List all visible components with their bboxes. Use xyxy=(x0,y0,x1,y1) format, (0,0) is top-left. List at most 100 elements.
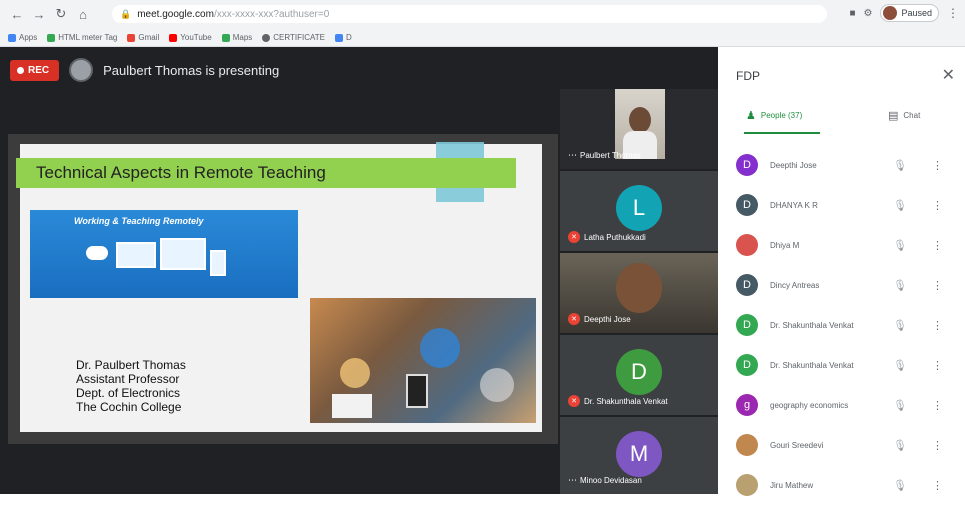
mic-off-icon: 🎙 xyxy=(893,399,907,412)
more-options-icon[interactable]: ⋮ xyxy=(932,159,943,172)
participant-name: Minoo Devidasan xyxy=(580,476,642,485)
more-options-icon[interactable]: ⋮ xyxy=(932,399,943,412)
presenting-text: Paulbert Thomas is presenting xyxy=(103,62,280,78)
participant-tile[interactable]: ✕ Deepthi Jose xyxy=(560,253,718,333)
avatar: D xyxy=(736,274,758,296)
phone-illustration xyxy=(210,250,226,276)
participant-tiles: ⋯ Paulbert Thomas L ✕ Latha Puthukkadi ✕… xyxy=(560,89,718,494)
participant-name: geography economics xyxy=(770,400,849,410)
presentation-slide: Technical Aspects in Remote Teaching Wor… xyxy=(16,142,542,432)
people-panel: FDP ✕ ♟ People (37) ▤ Chat D Deepthi Jos… xyxy=(718,47,965,496)
audio-level-icon: ⋯ xyxy=(568,475,577,485)
tab-chat[interactable]: ▤ Chat xyxy=(888,109,920,122)
mic-off-icon: 🎙 xyxy=(893,439,907,452)
bookmark-d[interactable]: D xyxy=(334,33,352,42)
close-icon[interactable]: ✕ xyxy=(942,65,955,85)
participant-avatar: M xyxy=(616,431,662,477)
record-dot-icon xyxy=(17,66,24,74)
avatar: g xyxy=(736,394,758,416)
reload-icon[interactable]: ↻ xyxy=(50,3,72,25)
url-path: /xxx-xxxx-xxx?authuser=0 xyxy=(213,8,330,20)
profile-button[interactable]: Paused xyxy=(880,4,939,22)
tab-people[interactable]: ♟ People (37) xyxy=(746,109,802,122)
avatar xyxy=(736,474,758,496)
bookmark-certificate[interactable]: CERTIFICATE xyxy=(262,33,325,42)
participant-name: Gouri Sreedevi xyxy=(770,440,824,450)
more-options-icon[interactable]: ⋮ xyxy=(932,479,943,492)
bookmark-html-meter-tag[interactable]: HTML meter Tag xyxy=(47,33,117,42)
bookmark-youtube[interactable]: YouTube xyxy=(169,33,212,42)
avatar: D xyxy=(736,314,758,336)
browser-toolbar: ← → ↻ ⌂ 🔒 meet.google.com /xxx-xxxx-xxx?… xyxy=(0,0,965,28)
browser-chrome: ← → ↻ ⌂ 🔒 meet.google.com /xxx-xxxx-xxx?… xyxy=(0,0,965,47)
participant-name: Dr. Shakunthala Venkat xyxy=(770,360,854,370)
back-icon[interactable]: ← xyxy=(6,3,28,25)
list-item[interactable]: Gouri Sreedevi 🎙 ⋮ xyxy=(718,425,965,465)
participant-name: Jiru Mathew xyxy=(770,480,814,490)
page-icon xyxy=(47,33,56,42)
youtube-icon xyxy=(169,33,178,42)
monitor-illustration xyxy=(160,238,206,270)
participant-tile[interactable]: ⋯ Paulbert Thomas xyxy=(560,89,718,169)
tablet-illustration xyxy=(332,394,372,418)
url-domain: meet.google.com xyxy=(137,8,214,20)
banner-text: Working & Teaching Remotely xyxy=(74,216,204,226)
avatar xyxy=(736,434,758,456)
more-options-icon[interactable]: ⋮ xyxy=(932,439,943,452)
more-options-icon[interactable]: ⋮ xyxy=(932,199,943,212)
list-item[interactable]: D Dincy Antreas 🎙 ⋮ xyxy=(718,265,965,305)
participant-name-row: ⋯ Paulbert Thomas xyxy=(568,150,641,161)
list-item[interactable]: D Deepthi Jose 🎙 ⋮ xyxy=(718,145,965,185)
presentation-topbar: REC Paulbert Thomas is presenting xyxy=(10,58,279,82)
more-options-icon[interactable]: ⋮ xyxy=(932,319,943,332)
participant-name: Dhiya M xyxy=(770,240,800,250)
participant-tile[interactable]: L ✕ Latha Puthukkadi xyxy=(560,171,718,251)
profile-avatar xyxy=(883,6,898,20)
chat-icon: ▤ xyxy=(888,110,899,122)
extensions-puzzle-icon[interactable]: ⚙ xyxy=(864,8,873,19)
apps-grid-icon xyxy=(8,33,16,42)
participant-name-row: ✕ Deepthi Jose xyxy=(568,313,631,325)
more-options-icon[interactable]: ⋮ xyxy=(932,279,943,292)
participant-name: Dr. Shakunthala Venkat xyxy=(584,396,668,406)
list-item[interactable]: D Dr. Shakunthala Venkat 🎙 ⋮ xyxy=(718,305,965,345)
participant-video xyxy=(615,89,665,159)
maps-icon xyxy=(221,33,230,42)
page-icon xyxy=(334,33,343,42)
avatar: D xyxy=(736,194,758,216)
participant-name: DHANYA K R xyxy=(770,200,818,210)
list-item[interactable]: Dhiya M 🎙 ⋮ xyxy=(718,225,965,265)
list-item[interactable]: D Dr. Shakunthala Venkat 🎙 ⋮ xyxy=(718,345,965,385)
mic-off-icon: 🎙 xyxy=(893,159,907,172)
more-options-icon[interactable]: ⋮ xyxy=(932,359,943,372)
more-options-icon[interactable]: ⋮ xyxy=(932,239,943,252)
panel-tabs: ♟ People (37) ▤ Chat xyxy=(718,105,965,137)
phone-illustration xyxy=(406,374,428,408)
mic-off-icon: 🎙 xyxy=(893,279,907,292)
address-bar[interactable]: 🔒 meet.google.com /xxx-xxxx-xxx?authuser… xyxy=(112,5,827,23)
cloud-icon xyxy=(86,246,108,260)
bookmark-apps[interactable]: Apps xyxy=(8,33,37,42)
list-item[interactable]: g geography economics 🎙 ⋮ xyxy=(718,385,965,425)
participant-tile[interactable]: M ⋯ Minoo Devidasan xyxy=(560,417,718,494)
bookmark-maps[interactable]: Maps xyxy=(221,33,252,42)
active-tab-indicator xyxy=(744,132,820,134)
participant-name-row: ⋯ Minoo Devidasan xyxy=(568,475,642,486)
forward-icon[interactable]: → xyxy=(28,3,50,25)
recording-badge: REC xyxy=(10,59,60,81)
participant-name: Dr. Shakunthala Venkat xyxy=(770,320,854,330)
participant-name: Deepthi Jose xyxy=(584,314,631,324)
list-item[interactable]: Jiru Mathew 🎙 ⋮ xyxy=(718,465,965,505)
mic-off-icon: 🎙 xyxy=(893,479,907,492)
home-icon[interactable]: ⌂ xyxy=(72,3,94,25)
participant-name: Dincy Antreas xyxy=(770,280,820,290)
list-item[interactable]: D DHANYA K R 🎙 ⋮ xyxy=(718,185,965,225)
extension-icon[interactable]: ■ xyxy=(849,8,855,19)
author-block: Dr. Paulbert Thomas Assistant Professor … xyxy=(76,358,186,414)
bookmark-gmail[interactable]: Gmail xyxy=(127,33,159,42)
browser-menu-icon[interactable]: ⋮ xyxy=(947,6,959,20)
participant-name-row: ✕ Dr. Shakunthala Venkat xyxy=(568,395,668,407)
meet-stage: REC Paulbert Thomas is presenting Techni… xyxy=(0,47,718,494)
slide-title: Technical Aspects in Remote Teaching xyxy=(16,158,516,188)
participant-tile[interactable]: D ✕ Dr. Shakunthala Venkat xyxy=(560,335,718,415)
